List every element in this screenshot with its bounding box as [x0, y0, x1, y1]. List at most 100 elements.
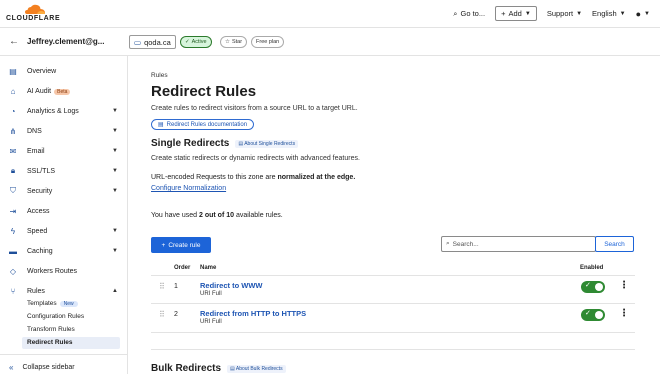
drag-handle-icon[interactable]: ⠿ [159, 310, 165, 319]
zone-header: ← Jeffrey.clement@g... ▭ qoda.ca ✓ Activ… [0, 28, 660, 56]
search-input[interactable]: ⌕ Search... [441, 236, 596, 252]
caret-down-icon: ▼ [112, 188, 118, 194]
add-label: Add [508, 9, 522, 18]
collapse-label: Collapse sidebar [22, 364, 75, 371]
more-options-icon[interactable]: ⋮ [619, 280, 629, 291]
table-row[interactable]: ⠿ 2 Redirect from HTTP to HTTPS URI Full… [151, 303, 635, 330]
sidebar-item-overview[interactable]: ▤ Overview [0, 62, 128, 80]
normalization-bold: normalized at the edge. [277, 174, 356, 181]
create-rule-label: Create rule [168, 241, 201, 249]
sidebar-item-speed[interactable]: ϟ Speed ▼ [0, 222, 128, 240]
sidebar-subitem-configuration-rules[interactable]: Configuration Rules [27, 313, 84, 320]
sidebar-item-label: Speed [27, 227, 48, 235]
caret-down-icon: ▼ [112, 148, 118, 154]
sidebar-item-label: Analytics & Logs [27, 107, 79, 115]
sidebar-item-dns[interactable]: ⋔ DNS ▼ [0, 122, 128, 140]
star-button[interactable]: ☆ Star [220, 36, 248, 48]
sidebar-item-ai-audit[interactable]: ⌂ AI Audit Beta [0, 82, 128, 100]
plan-badge: Free plan [251, 36, 285, 48]
sidebar-item-label-wrap: AI Audit Beta [27, 88, 71, 95]
divider [151, 332, 635, 333]
goto-label: Go to... [460, 9, 486, 18]
sidebar-item-label: Security [27, 187, 53, 195]
column-order: Order [174, 265, 191, 271]
logo-wordmark: CLOUDFLARE [6, 15, 61, 22]
sidebar-item-ssl[interactable]: 🔒︎ SSL/TLS ▼ [0, 162, 128, 180]
search-icon: ⌕ [453, 8, 458, 18]
sidebar-item-workers-routes[interactable]: ◇ Workers Routes [0, 262, 128, 280]
documentation-button[interactable]: ▤ Redirect Rules documentation [151, 119, 255, 130]
sidebar-item-email[interactable]: ✉ Email ▼ [0, 142, 128, 160]
usage-suffix: available rules. [234, 212, 283, 219]
main-content: Rules Redirect Rules Create rules to red… [129, 56, 660, 374]
about-label: About Bulk Redirects [235, 365, 283, 372]
about-label: About Single Redirects [244, 140, 296, 147]
more-options-icon[interactable]: ⋮ [619, 308, 629, 319]
rule-name-link[interactable]: Redirect to WWW [200, 281, 263, 290]
check-icon: ✓ [185, 39, 190, 45]
single-redirects-text: Create static redirects or dynamic redir… [151, 155, 360, 162]
user-menu[interactable]: ● ▼ [636, 9, 650, 19]
caret-down-icon: ▼ [619, 10, 626, 17]
about-single-redirects-link[interactable]: ▤ About Single Redirects [235, 139, 299, 148]
rule-order: 2 [174, 311, 178, 318]
search-placeholder: Search... [452, 240, 479, 248]
search-icon: ⌕ [446, 240, 450, 247]
zone-selector[interactable]: ▭ qoda.ca [129, 35, 176, 49]
rule-name-link[interactable]: Redirect from HTTP to HTTPS [200, 309, 306, 318]
table-row[interactable]: ⠿ 1 Redirect to WWW URI Full ✓ ⋮ [151, 275, 635, 302]
language-menu[interactable]: English ▼ [592, 9, 626, 18]
caret-down-icon: ▼ [112, 248, 118, 254]
cloud-logo-icon [25, 4, 45, 14]
chart-icon: ◔ [10, 106, 16, 116]
usage-text: You have used 2 out of 10 available rule… [151, 212, 283, 219]
bolt-icon: ϟ [10, 226, 16, 236]
normalization-text: URL-encoded Requests to this zone are no… [151, 174, 355, 181]
sidebar-item-label: Rules [27, 287, 45, 295]
sidebar-subitem-redirect-rules[interactable]: Redirect Rules [27, 339, 73, 346]
check-icon: ✓ [585, 282, 591, 289]
document-icon: ▤ [9, 66, 17, 76]
plan-label: Free plan [256, 39, 280, 45]
caret-down-icon: ▼ [576, 10, 583, 17]
sidebar-subitem-transform-rules[interactable]: Transform Rules [27, 326, 75, 333]
sidebar-subitem-templates[interactable]: Templates New [27, 300, 78, 307]
sidebar-item-label: Access [27, 207, 50, 215]
support-menu[interactable]: Support ▼ [547, 9, 582, 18]
sidebar-item-access[interactable]: ⇥ Access [0, 202, 128, 220]
search-button[interactable]: Search [595, 236, 634, 252]
account-name[interactable]: Jeffrey.clement@g... [27, 37, 104, 46]
sidebar-subitem-label: Templates [27, 300, 57, 307]
language-label: English [592, 9, 617, 18]
rule-order: 1 [174, 283, 178, 290]
column-enabled: Enabled [580, 265, 604, 271]
plus-icon: + [161, 241, 166, 249]
create-rule-button[interactable]: + Create rule [151, 237, 211, 253]
sidebar-item-caching[interactable]: ▬ Caching ▼ [0, 242, 128, 260]
top-navigation-bar: CLOUDFLARE ⌕ Go to... + Add ▼ Support ▼ … [0, 0, 660, 28]
sidebar-item-label: Overview [27, 67, 57, 75]
divider [0, 354, 128, 355]
caret-down-icon: ▼ [112, 108, 118, 114]
cloudflare-logo[interactable]: CLOUDFLARE [6, 4, 66, 24]
page-title: Redirect Rules [151, 83, 257, 100]
mail-icon: ✉ [9, 146, 17, 156]
goto-button[interactable]: ⌕ Go to... [453, 9, 485, 19]
sidebar-item-analytics[interactable]: ◔ Analytics & Logs ▼ [0, 102, 128, 120]
bulk-redirects-heading: Bulk Redirects ▤ About Bulk Redirects [151, 363, 286, 374]
about-bulk-redirects-link[interactable]: ▤ About Bulk Redirects [227, 364, 286, 373]
drag-handle-icon[interactable]: ⠿ [159, 282, 165, 291]
enabled-toggle[interactable]: ✓ [581, 309, 605, 321]
sidebar-item-rules[interactable]: ⑂ Rules ▲ [0, 282, 128, 300]
sidebar: ▤ Overview ⌂ AI Audit Beta ◔ Analytics & … [0, 56, 128, 374]
check-icon: ✓ [585, 310, 591, 317]
collapse-sidebar-button[interactable]: « Collapse sidebar [9, 363, 75, 372]
add-button[interactable]: + Add ▼ [495, 6, 537, 21]
network-icon: ⋔ [9, 126, 17, 136]
sidebar-item-security[interactable]: ⛉ Security ▼ [0, 182, 128, 200]
back-arrow-icon[interactable]: ← [9, 36, 19, 47]
breadcrumb[interactable]: Rules [151, 72, 168, 79]
double-chevron-left-icon: « [9, 363, 14, 372]
enabled-toggle[interactable]: ✓ [581, 281, 605, 293]
configure-normalization-link[interactable]: Configure Normalization [151, 185, 226, 192]
